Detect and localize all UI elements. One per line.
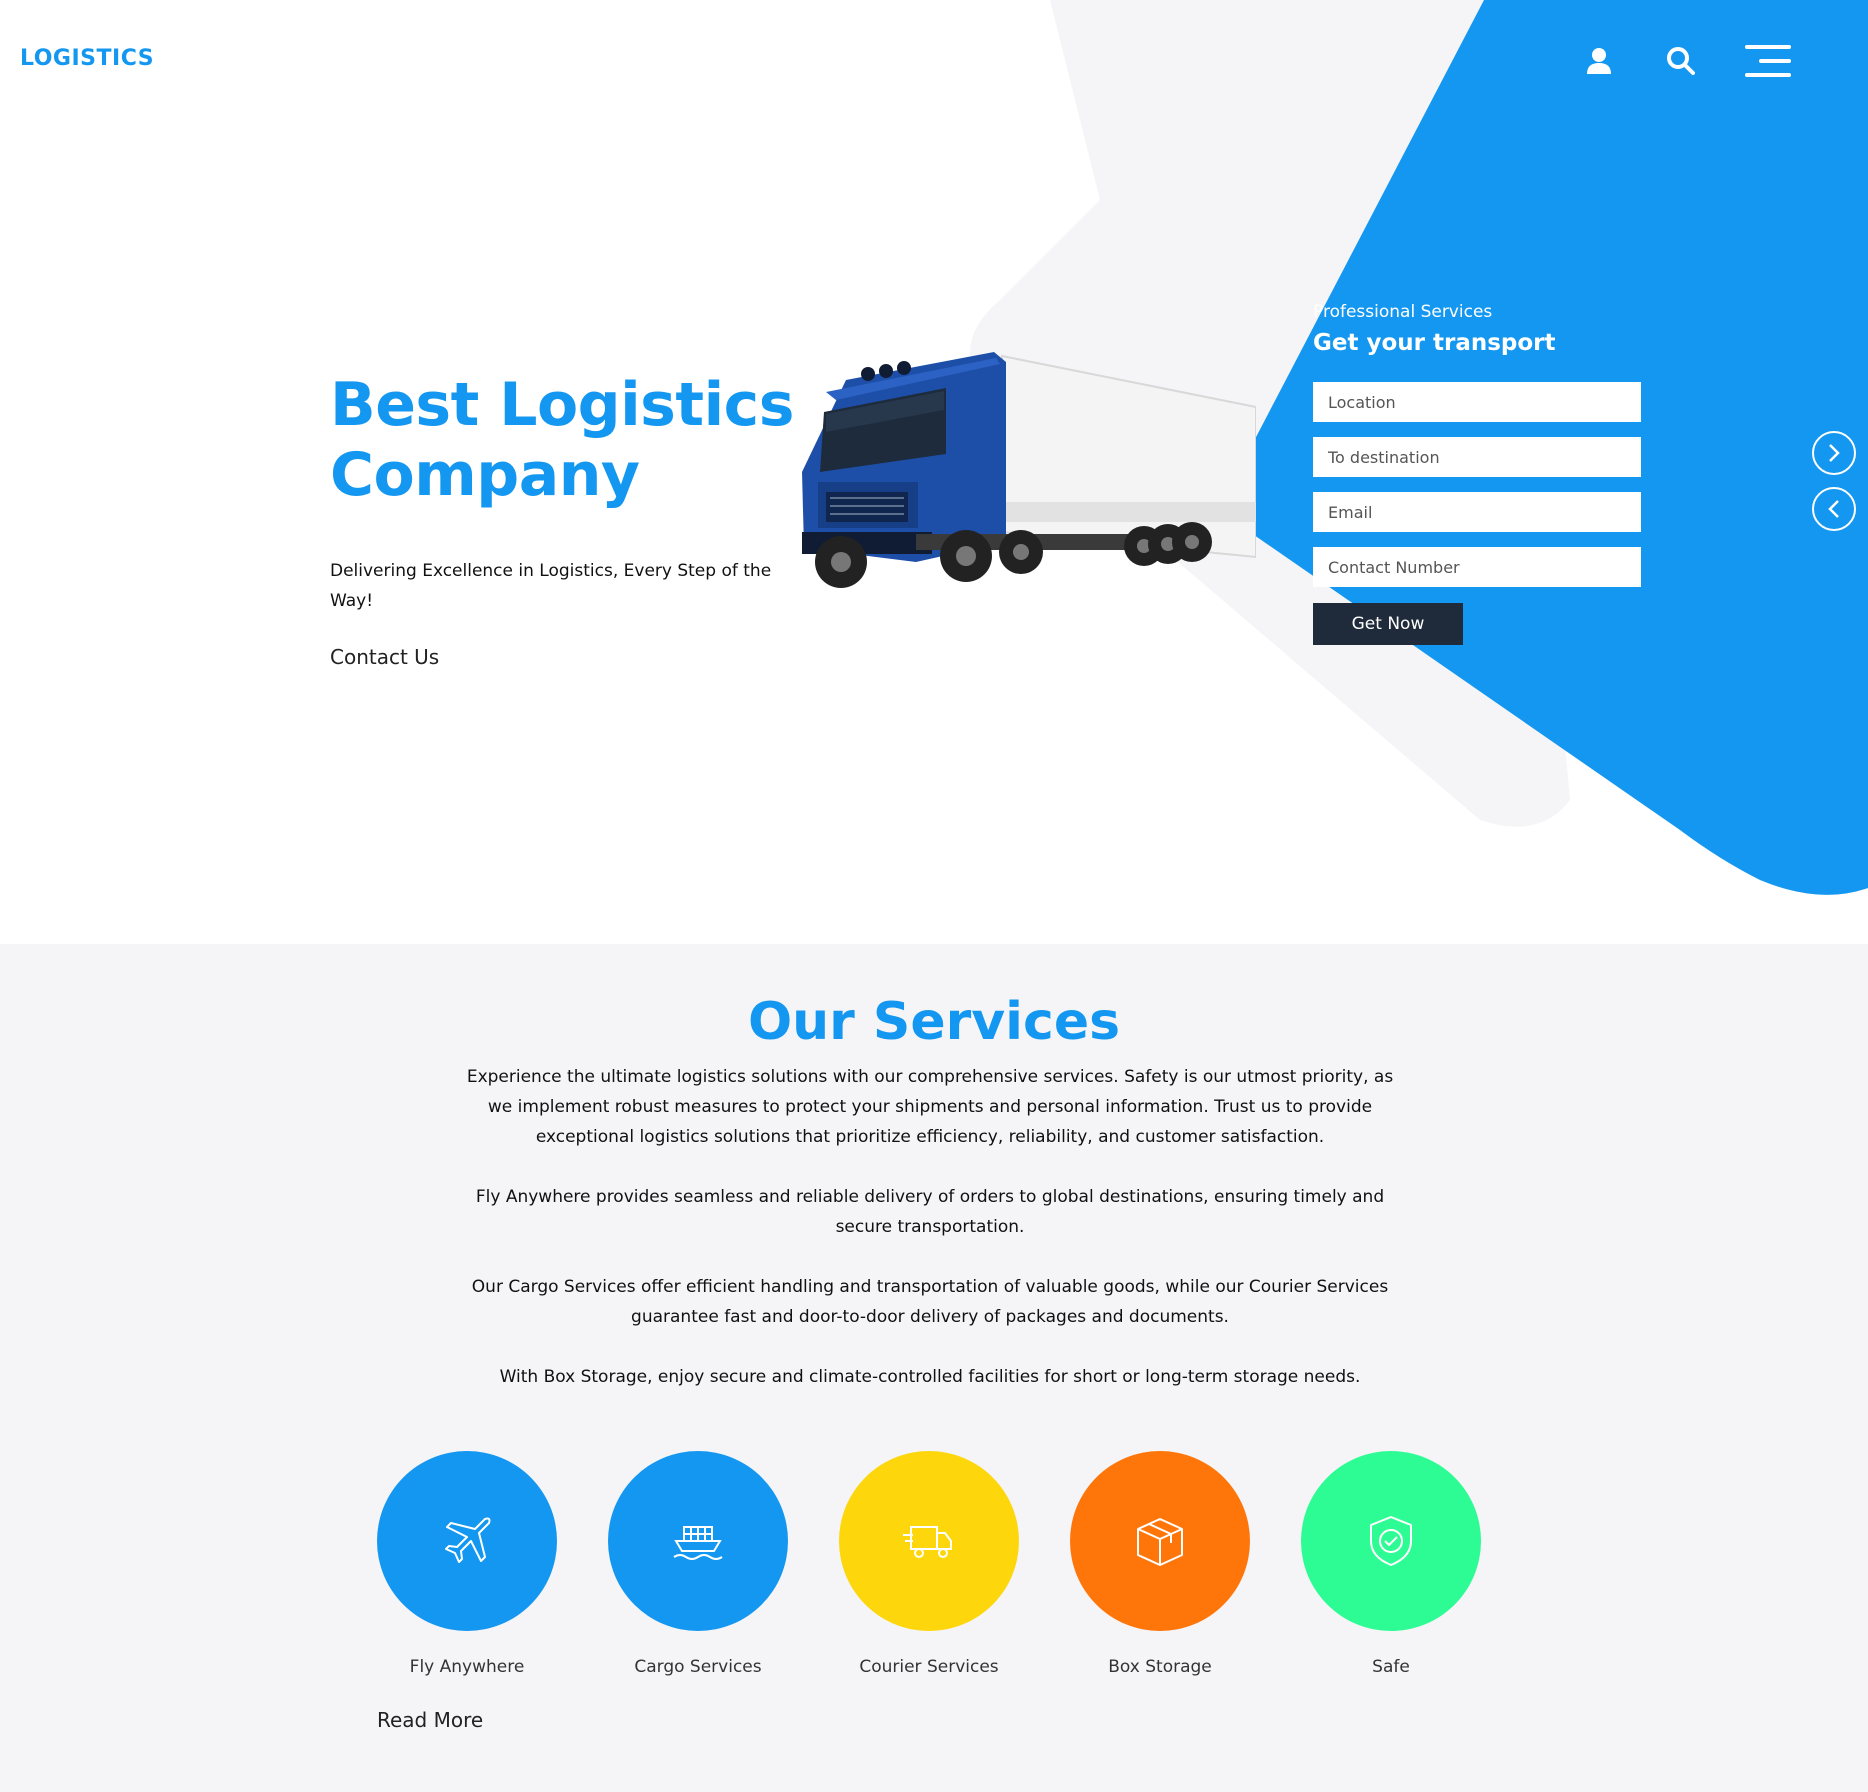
service-fly-anywhere[interactable]: Fly Anywhere	[377, 1451, 557, 1677]
service-circle	[839, 1451, 1019, 1631]
shield-check-icon	[1370, 1516, 1412, 1566]
service-circle	[608, 1451, 788, 1631]
destination-input[interactable]	[1313, 437, 1641, 477]
service-label: Fly Anywhere	[409, 1657, 525, 1677]
service-cargo-services[interactable]: Cargo Services	[608, 1451, 788, 1677]
form-title: Get your transport	[1313, 330, 1556, 356]
carousel-next-button[interactable]	[1812, 431, 1856, 475]
hero-section: LOGISTICS Best Logistics Company Deliver…	[0, 0, 1868, 944]
services-description: Experience the ultimate logistics soluti…	[460, 1062, 1400, 1422]
form-kicker: Professional Services	[1313, 302, 1493, 322]
box-icon	[1137, 1518, 1183, 1566]
contact-number-input[interactable]	[1313, 547, 1641, 587]
service-label: Box Storage	[1108, 1657, 1212, 1677]
location-input[interactable]	[1313, 382, 1641, 422]
contact-us-link[interactable]: Contact Us	[330, 645, 439, 669]
services-paragraph: Our Cargo Services offer efficient handl…	[471, 1277, 1389, 1327]
chevron-right-icon	[1829, 444, 1840, 462]
hero-title: Best Logistics Company	[330, 370, 794, 510]
service-courier-services[interactable]: Courier Services	[839, 1451, 1019, 1677]
delivery-truck-icon	[903, 1526, 952, 1558]
airplane-icon	[445, 1517, 491, 1563]
booking-form: Professional Services Get your transport…	[1313, 302, 1643, 645]
top-nav	[1568, 36, 1868, 86]
user-icon[interactable]	[1574, 36, 1624, 86]
hero-subtitle: Delivering Excellence in Logistics, Ever…	[330, 561, 772, 611]
service-circle	[377, 1451, 557, 1631]
service-label: Cargo Services	[634, 1657, 762, 1677]
service-circle	[1301, 1451, 1481, 1631]
services-paragraph: Experience the ultimate logistics soluti…	[466, 1067, 1394, 1147]
chevron-left-icon	[1828, 500, 1839, 518]
services-list: Fly Anywhere Cargo Services Courier Serv…	[377, 1451, 1497, 1691]
service-circle	[1070, 1451, 1250, 1631]
cargo-ship-icon	[673, 1526, 723, 1560]
services-paragraph: With Box Storage, enjoy secure and clima…	[499, 1367, 1361, 1387]
service-box-storage[interactable]: Box Storage	[1070, 1451, 1250, 1677]
services-section: Our Services Experience the ultimate log…	[0, 944, 1868, 1792]
site-logo[interactable]: LOGISTICS	[20, 46, 154, 71]
get-now-button[interactable]: Get Now	[1313, 603, 1463, 645]
read-more-link[interactable]: Read More	[377, 1708, 483, 1732]
search-icon[interactable]	[1656, 36, 1706, 86]
service-safe[interactable]: Safe	[1301, 1451, 1481, 1677]
email-input[interactable]	[1313, 492, 1641, 532]
service-label: Safe	[1372, 1657, 1410, 1677]
services-paragraph: Fly Anywhere provides seamless and relia…	[475, 1187, 1385, 1237]
services-title: Our Services	[747, 992, 1121, 1052]
carousel-prev-button[interactable]	[1812, 487, 1856, 531]
menu-icon[interactable]	[1738, 36, 1798, 86]
service-label: Courier Services	[859, 1657, 999, 1677]
truck-image	[802, 352, 1256, 588]
